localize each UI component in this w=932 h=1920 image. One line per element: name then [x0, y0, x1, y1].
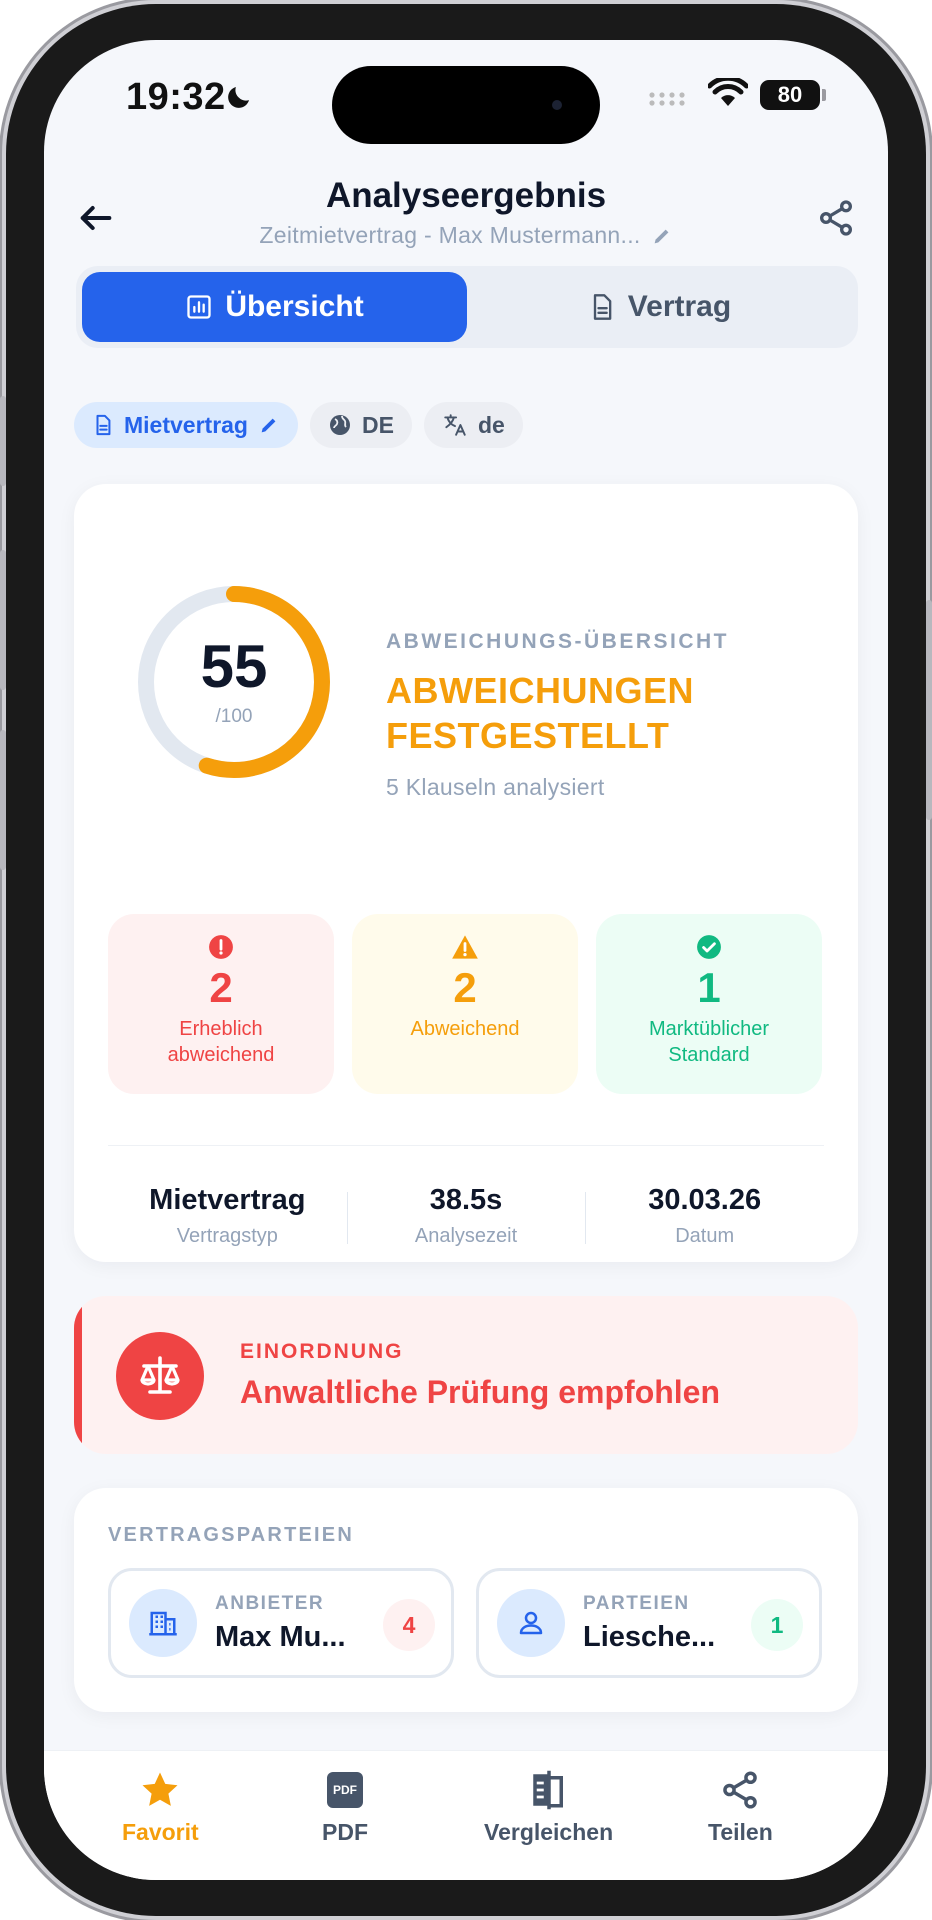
translate-icon — [444, 414, 466, 436]
compare-icon — [532, 1770, 563, 1810]
share-icon — [723, 1771, 758, 1809]
volume-down-button — [0, 730, 6, 870]
pdf-icon-text: PDF — [333, 1783, 357, 1797]
dynamic-island — [332, 66, 600, 144]
share-icon — [820, 200, 852, 236]
party-count-badge: 4 — [383, 1599, 435, 1651]
chip-language-label: de — [477, 411, 505, 438]
banner-accent-bar — [74, 1296, 82, 1454]
summary-card: 55 /100 ABWEICHUNGS-ÜBERSICHT ABWEICHUNG… — [74, 484, 858, 1262]
document-icon — [593, 294, 612, 320]
classification-banner[interactable]: EINORDNUNG Anwaltliche Prüfung empfohlen — [74, 1296, 858, 1454]
clauses-count: 5 Klauseln analysiert — [386, 774, 605, 800]
summary-status-title: ABWEICHUNGEN FESTGESTELLT — [386, 670, 694, 756]
stat-label: Analysezeit — [414, 1225, 518, 1247]
meta-chips: Mietvertrag DE de — [74, 402, 523, 448]
score-max: /100 — [215, 706, 253, 727]
chip-country[interactable]: DE — [309, 402, 412, 448]
stat-date: 30.03.26 Datum — [585, 1184, 824, 1248]
screen: 19:32 80 Analyseergebnis Zeitmietvertrag… — [44, 40, 888, 1880]
battery-indicator: 80 — [760, 80, 820, 110]
volume-up-button — [0, 550, 6, 690]
party-name: Max Mu... — [215, 1621, 346, 1653]
subtitle-row[interactable]: Zeitmietvertrag - Max Mustermann... — [44, 222, 888, 249]
check-circle-icon — [697, 935, 721, 959]
summary-divider — [108, 1145, 824, 1146]
wifi-icon — [707, 75, 749, 115]
building-icon — [129, 1589, 197, 1657]
contract-subtitle: Zeitmietvertrag - Max Mustermann... — [259, 222, 641, 248]
classification-title: Anwaltliche Prüfung empfohlen — [240, 1374, 721, 1410]
contract-stats: Mietvertrag Vertragstyp 38.5s Analysezei… — [108, 1184, 824, 1248]
globe-icon — [329, 415, 350, 435]
status-bar: 19:32 80 — [44, 40, 888, 144]
party-name: Liesche... — [583, 1621, 716, 1653]
score-value: 55 — [200, 633, 268, 700]
chip-contract-type-label: Mietvertrag — [124, 411, 248, 438]
chip-contract-type[interactable]: Mietvertrag — [74, 402, 298, 448]
party-provider[interactable]: ANBIETER Max Mu... 4 — [108, 1568, 454, 1678]
tile-count: 1 — [697, 964, 721, 1011]
pdf-label: PDF — [322, 1819, 368, 1845]
tile-label: Marktüblicher Standard — [648, 1018, 770, 1066]
tab-contract[interactable]: Vertrag — [467, 272, 852, 342]
signal-icon — [648, 90, 692, 113]
pdf-icon: PDF — [327, 1772, 363, 1808]
tile-significant-deviation[interactable]: 2 Erheblich abweichend — [108, 914, 334, 1094]
parties-title: VERTRAGSPARTEIEN — [108, 1524, 354, 1546]
battery-tip — [822, 89, 826, 101]
party-role: PARTEIEN — [583, 1593, 690, 1614]
stat-value: 30.03.26 — [648, 1184, 762, 1216]
document-icon — [96, 414, 111, 436]
tile-label: Erheblich abweichend — [167, 1018, 275, 1066]
error-icon — [209, 935, 233, 959]
party-role: ANBIETER — [215, 1593, 325, 1614]
tile-market-standard[interactable]: 1 Marktüblicher Standard — [596, 914, 822, 1094]
stat-label: Datum — [675, 1225, 735, 1247]
scales-icon — [116, 1332, 204, 1420]
pdf-button[interactable]: PDF PDF — [322, 1769, 368, 1846]
warning-icon — [452, 935, 478, 959]
tile-count: 2 — [453, 964, 477, 1011]
bottom-toolbar: Favorit PDF PDF Vergleichen Teilen — [44, 1750, 888, 1880]
chart-icon — [187, 295, 211, 319]
tab-contract-label: Vertrag — [627, 290, 732, 323]
parties-card: VERTRAGSPARTEIEN ANBIETER Max Mu... 4 PA… — [74, 1488, 858, 1712]
pencil-icon[interactable] — [651, 225, 673, 247]
silent-switch — [0, 396, 6, 486]
classification-overline: EINORDNUNG — [240, 1340, 404, 1363]
tile-count: 2 — [209, 964, 233, 1011]
person-icon — [497, 1589, 565, 1657]
share-button[interactable] — [808, 190, 864, 246]
tab-overview[interactable]: Übersicht — [82, 272, 467, 342]
tab-overview-label: Übersicht — [225, 290, 364, 323]
favorite-label: Favorit — [122, 1819, 199, 1845]
chip-language[interactable]: de — [423, 402, 523, 448]
stat-label: Vertragstyp — [176, 1225, 278, 1247]
party-count-badge: 1 — [751, 1599, 803, 1651]
pencil-icon — [261, 418, 276, 433]
power-button — [926, 600, 932, 820]
tile-deviation[interactable]: 2 Abweichend — [352, 914, 578, 1094]
stat-analysis-time: 38.5s Analysezeit — [346, 1184, 586, 1248]
share-tab-button[interactable]: Teilen — [708, 1769, 773, 1846]
favorite-button[interactable]: Favorit — [122, 1769, 199, 1846]
compare-label: Vergleichen — [484, 1819, 614, 1845]
chip-country-label: DE — [361, 411, 394, 438]
stat-contract-type: Mietvertrag Vertragstyp — [108, 1184, 347, 1248]
page-title: Analyseergebnis — [325, 176, 607, 215]
view-tabs: Übersicht Vertrag — [76, 266, 858, 348]
status-time: 19:32 — [126, 76, 226, 118]
compare-button[interactable]: Vergleichen — [484, 1769, 613, 1846]
summary-overline: ABWEICHUNGS-ÜBERSICHT — [386, 630, 729, 653]
moon-icon — [224, 82, 254, 117]
stat-value: Mietvertrag — [149, 1184, 306, 1216]
stat-value: 38.5s — [429, 1184, 503, 1216]
star-icon — [142, 1772, 178, 1806]
tile-label: Abweichend — [410, 1018, 520, 1040]
share-label: Teilen — [708, 1819, 773, 1845]
deviation-tiles: 2 Erheblich abweichend 2 Abweichend 1 Ma… — [108, 914, 822, 1094]
party-parties[interactable]: PARTEIEN Liesche... 1 — [476, 1568, 822, 1678]
